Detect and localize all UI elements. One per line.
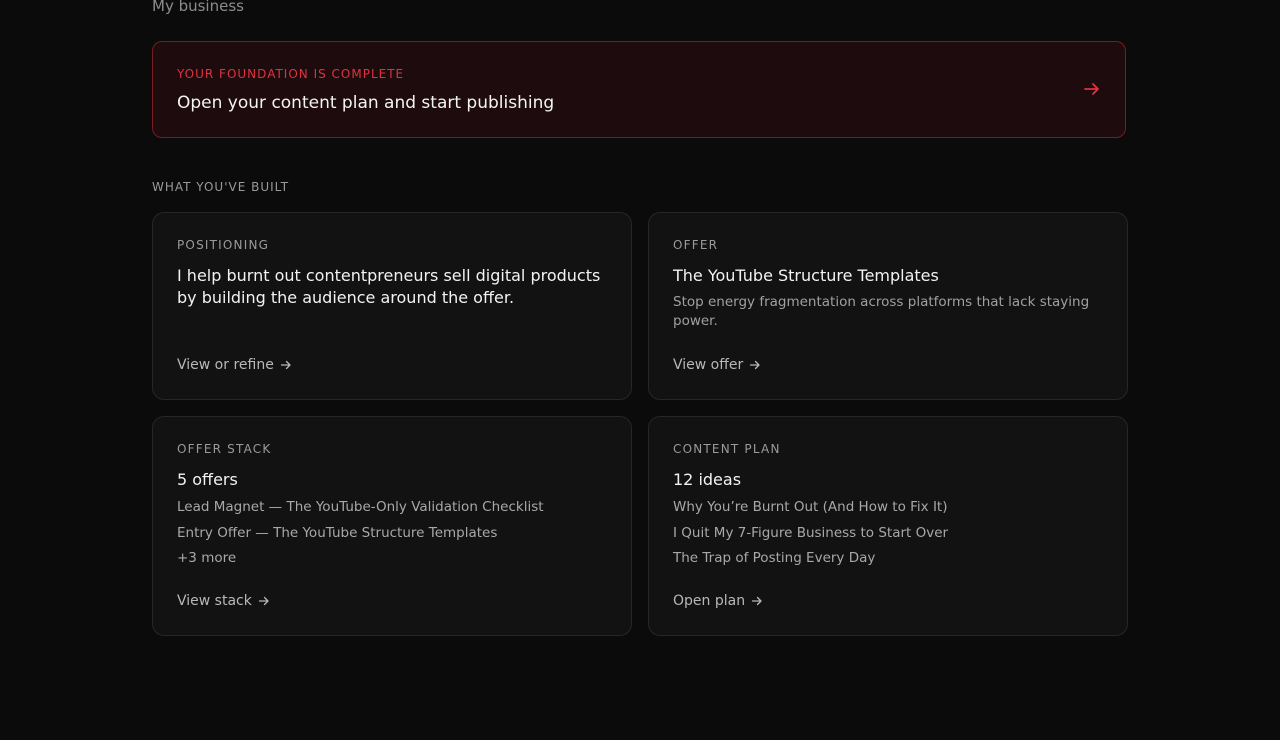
offer-count: 5 offers — [177, 470, 238, 489]
section-label: WHAT YOU'VE BUILT — [152, 180, 290, 194]
view-offer-link[interactable]: View offer — [673, 356, 761, 374]
link-label: View or refine — [177, 357, 274, 373]
list-item: Lead Magnet — The YouTube-Only Validatio… — [177, 499, 544, 515]
link-label: View stack — [177, 593, 252, 609]
cta-eyebrow: YOUR FOUNDATION IS COMPLETE — [177, 67, 405, 81]
more-count: +3 more — [177, 550, 237, 566]
card-eyebrow: CONTENT PLAN — [673, 442, 781, 456]
arrow-right-icon — [751, 596, 762, 606]
offer-stack-card: OFFER STACK 5 offers Lead Magnet — The Y… — [152, 416, 632, 636]
offer-title: The YouTube Structure Templates — [673, 266, 939, 285]
list-item: The Trap of Posting Every Day — [673, 550, 876, 566]
arrow-right-icon — [1084, 83, 1099, 95]
idea-count: 12 ideas — [673, 470, 742, 489]
positioning-statement: I help burnt out contentpreneurs sell di… — [177, 266, 601, 307]
card-eyebrow: OFFER STACK — [177, 442, 272, 456]
cta-title: Open your content plan and start publish… — [177, 93, 555, 113]
view-or-refine-link[interactable]: View or refine — [177, 356, 292, 374]
list-item: Entry Offer — The YouTube Structure Temp… — [177, 525, 498, 541]
positioning-card: POSITIONING I help burnt out contentpren… — [152, 212, 632, 400]
arrow-right-icon — [750, 360, 760, 370]
arrow-right-icon — [258, 596, 269, 606]
link-label: View offer — [673, 357, 744, 373]
card-eyebrow: POSITIONING — [177, 238, 270, 252]
list-item: I Quit My 7-Figure Business to Start Ove… — [673, 525, 949, 541]
content-plan-card: CONTENT PLAN 12 ideas Why You’re Burnt O… — [648, 416, 1128, 636]
content-plan-cta-card[interactable]: YOUR FOUNDATION IS COMPLETE Open your co… — [152, 41, 1126, 138]
offer-card: OFFER The YouTube Structure Templates St… — [648, 212, 1128, 400]
list-item: Why You’re Burnt Out (And How to Fix It) — [673, 499, 948, 515]
arrow-right-icon — [280, 360, 291, 370]
offer-subtitle: Stop energy fragmentation across platfor… — [673, 294, 1090, 329]
open-plan-link[interactable]: Open plan — [673, 592, 763, 610]
link-label: Open plan — [673, 593, 746, 609]
page-heading: My business — [152, 0, 244, 15]
card-eyebrow: OFFER — [673, 238, 719, 252]
view-stack-link[interactable]: View stack — [177, 592, 270, 610]
